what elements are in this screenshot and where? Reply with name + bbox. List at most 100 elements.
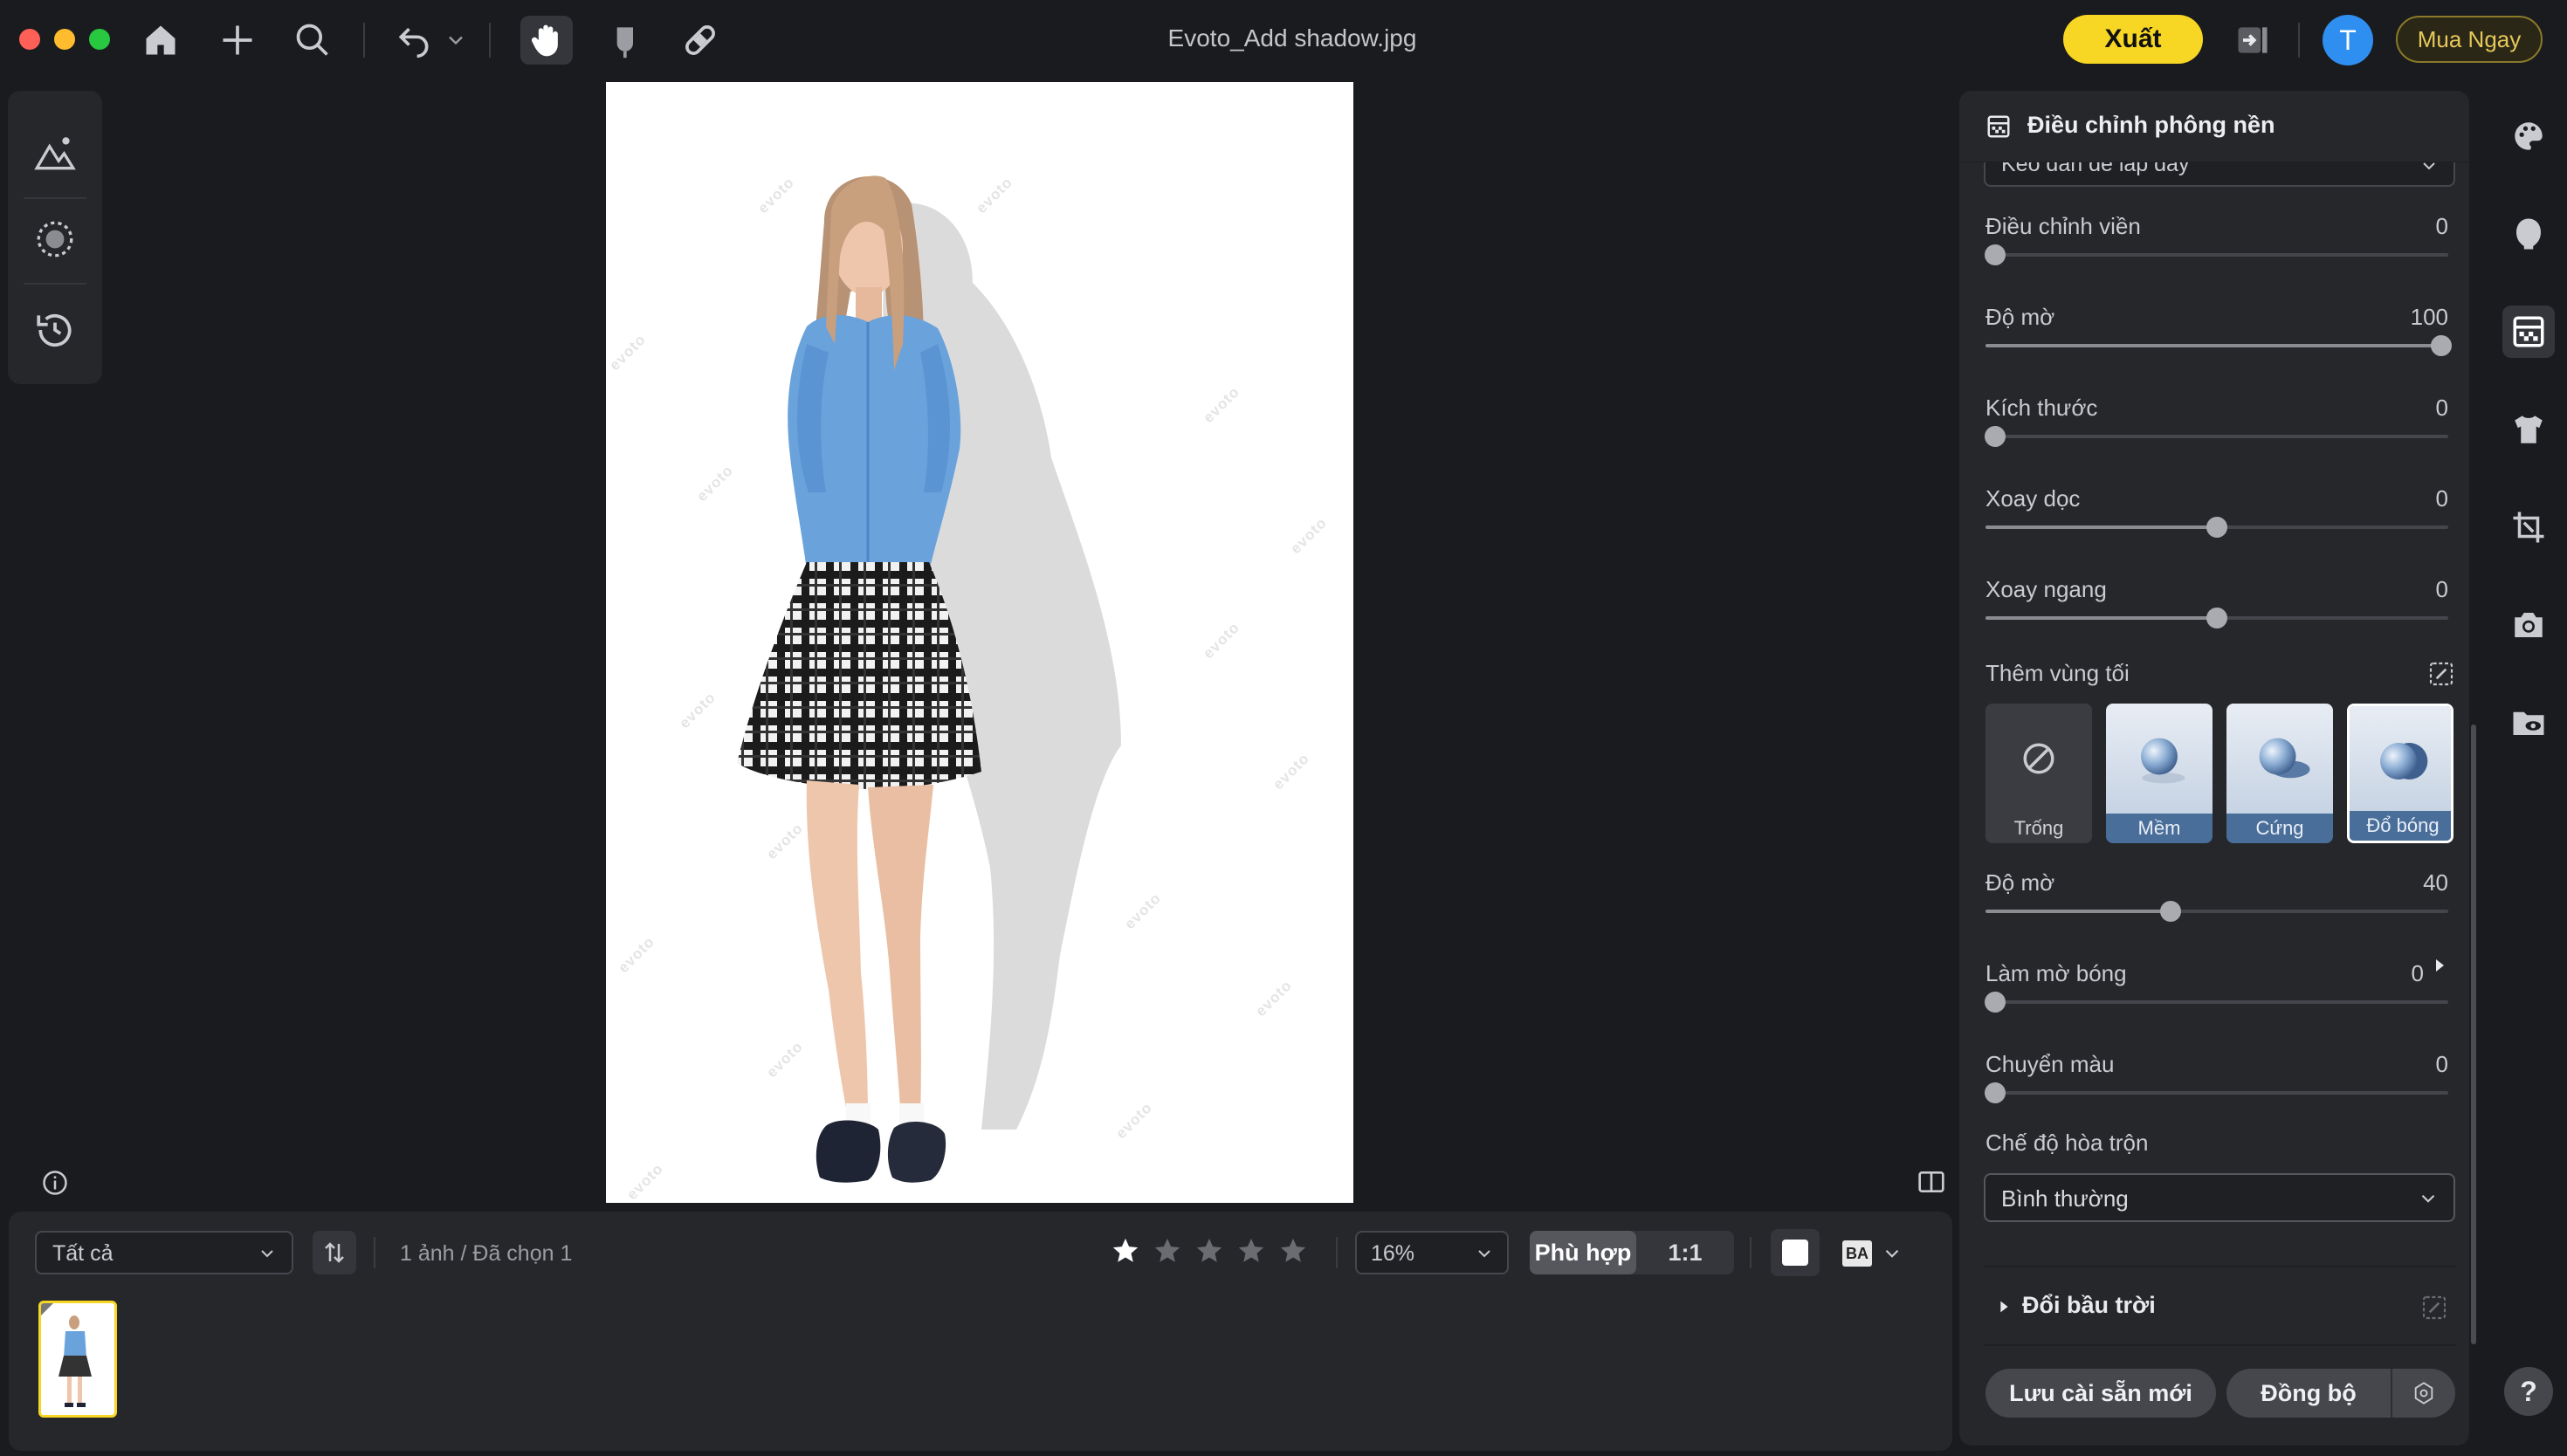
slider-value[interactable]: 0 — [2436, 576, 2448, 603]
blend-mode-label: Chế độ hòa trộn — [1985, 1130, 2149, 1156]
slider-track[interactable] — [1985, 608, 2448, 628]
slider-value[interactable]: 0 — [2436, 485, 2448, 512]
slider-value[interactable]: 40 — [2423, 869, 2448, 896]
slider-thumb[interactable] — [2206, 517, 2227, 538]
palette-icon[interactable] — [2502, 110, 2555, 162]
photo-thumbnail[interactable] — [38, 1301, 117, 1418]
image-canvas[interactable]: evoto evoto evoto evoto evoto evoto evot… — [606, 82, 1353, 1203]
star-icon[interactable] — [1111, 1236, 1140, 1266]
user-avatar[interactable]: T — [2323, 15, 2373, 65]
slider-thumb[interactable] — [2206, 608, 2227, 628]
sync-button[interactable]: Đồng bộ — [2226, 1369, 2392, 1418]
expand-arrow-icon[interactable] — [2429, 955, 2450, 976]
slider-value[interactable]: 0 — [2436, 395, 2448, 422]
crop-icon[interactable] — [2502, 501, 2555, 553]
slider-track[interactable] — [1984, 992, 2448, 1013]
slider-value[interactable]: 0 — [2436, 1051, 2448, 1078]
buy-now-button[interactable]: Mua Ngay — [2396, 16, 2543, 63]
toolbar-divider — [363, 23, 365, 58]
slider-track[interactable] — [1984, 244, 2448, 265]
slider-track[interactable] — [1985, 901, 2448, 922]
sort-button[interactable] — [313, 1231, 356, 1274]
slider-track[interactable] — [1985, 335, 2453, 356]
slider-thumb[interactable] — [1984, 1082, 2006, 1103]
slider-label: Xoay ngang — [1985, 576, 2107, 602]
star-icon[interactable] — [1236, 1236, 1266, 1266]
minimize-window-button[interactable] — [54, 29, 75, 50]
adjustment-panel: Kéo dán để lấp đầy Điều chỉnh phông nền … — [1959, 91, 2469, 1446]
panel-scrollbar[interactable] — [2471, 725, 2476, 1344]
clothing-icon[interactable] — [2502, 403, 2555, 456]
sky-replace-section[interactable]: Đổi bầu trời — [1984, 1266, 2455, 1346]
background-icon[interactable] — [2502, 306, 2555, 358]
zoom-mode-toggle: Phù hợp 1:1 — [1530, 1231, 1734, 1274]
slider-value[interactable]: 0 — [2412, 960, 2424, 987]
shadow-option-none[interactable]: Trống — [1985, 704, 2092, 843]
shadow-option-hard[interactable]: Cứng — [2226, 704, 2333, 843]
camera-icon[interactable] — [2502, 599, 2555, 651]
slider-label: Xoay dọc — [1985, 485, 2081, 512]
drop-shadow-sphere-icon — [2380, 743, 2428, 780]
history-icon[interactable] — [29, 304, 81, 356]
slider-value[interactable]: 0 — [2436, 213, 2448, 240]
slider-label: Chuyển màu — [1985, 1051, 2115, 1077]
slider-thumb[interactable] — [1984, 426, 2006, 447]
slider-thumb[interactable] — [1984, 992, 2006, 1013]
star-icon[interactable] — [1153, 1236, 1182, 1266]
chevron-down-icon — [2421, 1194, 2435, 1203]
edit-area-icon[interactable] — [2427, 660, 2455, 688]
help-button[interactable]: ? — [2504, 1367, 2553, 1416]
none-icon — [2023, 743, 2054, 774]
texture-circle-icon[interactable] — [29, 213, 81, 265]
sync-group: Đồng bộ — [2226, 1369, 2455, 1418]
info-icon[interactable] — [42, 1170, 68, 1196]
export-button[interactable]: Xuất — [2063, 15, 2203, 64]
sync-settings-button[interactable] — [2392, 1369, 2455, 1418]
undo-icon[interactable] — [388, 16, 440, 65]
filter-value: Tất cả — [52, 1241, 114, 1266]
shadow-option-drop[interactable]: Đổ bóng — [2347, 704, 2453, 843]
save-preset-button[interactable]: Lưu cài sẵn mới — [1985, 1369, 2216, 1418]
zoom-dropdown[interactable]: 16% — [1355, 1231, 1509, 1274]
slider-thumb[interactable] — [2431, 335, 2453, 356]
shadow-option-soft[interactable]: Mềm — [2106, 704, 2213, 843]
adjust-landscape-icon[interactable] — [29, 127, 81, 180]
add-icon[interactable] — [211, 16, 264, 65]
fit-button[interactable]: Phù hợp — [1530, 1231, 1636, 1274]
slider-thumb[interactable] — [2160, 901, 2181, 922]
home-icon[interactable] — [134, 16, 187, 65]
hand-tool-icon[interactable] — [520, 16, 573, 65]
slider-thumb[interactable] — [1984, 244, 2006, 265]
slider-track[interactable] — [1985, 517, 2448, 538]
star-icon[interactable] — [1194, 1236, 1224, 1266]
background-color-button[interactable] — [1771, 1229, 1820, 1276]
slider-track[interactable] — [1984, 1082, 2448, 1103]
filter-dropdown[interactable]: Tất cả — [35, 1231, 293, 1274]
before-after-button[interactable]: BA — [1842, 1236, 1912, 1271]
slider-track[interactable] — [1984, 426, 2448, 447]
search-icon[interactable] — [286, 16, 339, 65]
close-window-button[interactable] — [19, 29, 40, 50]
actual-size-button[interactable]: 1:1 — [1636, 1231, 1734, 1274]
blend-mode-dropdown[interactable]: Bình thường — [1984, 1173, 2455, 1222]
share-panel-icon[interactable] — [2226, 16, 2279, 65]
slider-label: Độ mờ — [1985, 304, 2055, 330]
top-bar: Evoto_Add shadow.jpg Xuất T Mua Ngay — [0, 0, 2567, 80]
touch-tool-icon[interactable] — [597, 16, 650, 65]
slider-value[interactable]: 100 — [2411, 304, 2448, 331]
folder-eye-icon[interactable] — [2502, 697, 2555, 749]
soft-shadow-sphere-icon — [2141, 738, 2185, 784]
compare-view-icon[interactable] — [1917, 1168, 1945, 1196]
slider-row: Điều chỉnh viền 0 — [1984, 213, 2448, 283]
maximize-window-button[interactable] — [89, 29, 110, 50]
bandage-tool-icon[interactable] — [674, 16, 726, 65]
edit-area-icon[interactable] — [2420, 1294, 2448, 1322]
chevron-down-icon — [1885, 1249, 1899, 1258]
document-title: Evoto_Add shadow.jpg — [1167, 24, 1417, 52]
slider-fill — [1985, 344, 2448, 347]
left-tool-panel — [8, 91, 102, 384]
star-icon[interactable] — [1278, 1236, 1308, 1266]
undo-history-chevron-icon[interactable] — [438, 16, 473, 65]
face-icon[interactable] — [2502, 208, 2555, 260]
toolbar-divider — [489, 23, 491, 58]
